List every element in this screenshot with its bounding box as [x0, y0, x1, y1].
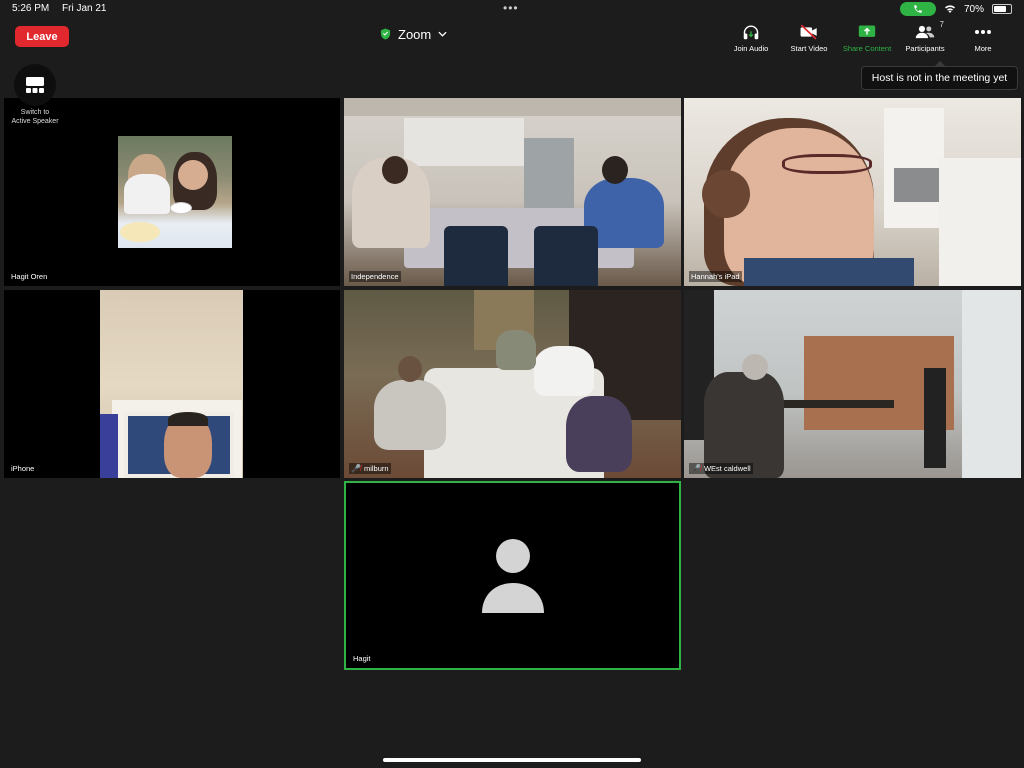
participants-label: Participants [905, 44, 945, 53]
status-left: 5:26 PM Fri Jan 21 [12, 3, 117, 14]
home-indicator[interactable] [383, 758, 641, 762]
participant-name: 🎤̸ milburn [349, 463, 391, 474]
share-content-label: Share Content [842, 44, 892, 53]
clock: 5:26 PM [12, 3, 50, 14]
multitasking-dots-icon[interactable]: ••• [503, 1, 519, 15]
video-tile-hannahs-ipad[interactable]: Hannah's iPad [684, 98, 1021, 286]
battery-icon [992, 4, 1012, 14]
shared-photo [118, 136, 232, 248]
chevron-down-icon [438, 31, 447, 37]
mic-muted-icon: 🎤̸ [691, 464, 701, 473]
share-content-button[interactable]: Share Content [838, 20, 896, 60]
participant-name: Hannah's iPad [689, 271, 742, 282]
video-tile-hagit[interactable]: Hagit [344, 481, 681, 670]
shield-check-icon [380, 28, 391, 40]
video-tile-independence[interactable]: Independence [344, 98, 681, 286]
switch-speaker-label: Switch to Active Speaker [11, 109, 59, 125]
status-bar: 5:26 PM Fri Jan 21 ••• 70% [0, 0, 1024, 18]
wifi-icon [944, 5, 955, 13]
speaker-view-icon [14, 64, 56, 106]
meeting-title: Zoom [398, 26, 432, 42]
join-audio-button[interactable]: Join Audio [722, 20, 780, 60]
start-video-label: Start Video [790, 44, 828, 53]
video-off-icon [798, 22, 820, 42]
video-tile-hagit-oren[interactable]: Hagit Oren [4, 98, 340, 286]
start-video-button[interactable]: Start Video [780, 20, 838, 60]
leave-button[interactable]: Leave [15, 26, 69, 47]
participants-icon [914, 22, 936, 42]
host-status-tooltip: Host is not in the meeting yet [861, 61, 1018, 90]
video-tile-iphone[interactable]: iPhone [4, 290, 340, 478]
participant-name: Hagit Oren [9, 271, 50, 282]
participants-button[interactable]: 7 Participants [896, 20, 954, 60]
meeting-title-dropdown[interactable]: Zoom [380, 24, 447, 44]
participant-name: 🎤̸ WEst caldwell [689, 463, 753, 474]
participants-count: 7 [939, 20, 944, 29]
battery-percent: 70% [963, 3, 984, 15]
avatar-placeholder-icon [482, 539, 544, 613]
video-tile-milburn[interactable]: 🎤̸ milburn [344, 290, 681, 478]
more-label: More [974, 44, 992, 53]
participant-name: iPhone [9, 463, 37, 474]
status-right: 70% [899, 2, 1012, 16]
join-audio-label: Join Audio [733, 44, 769, 53]
participant-name: Independence [349, 271, 401, 282]
more-dots-icon [972, 22, 994, 42]
more-button[interactable]: More [954, 20, 1012, 60]
video-tile-west-caldwell[interactable]: 🎤̸ WEst caldwell [684, 290, 1021, 478]
active-call-icon[interactable] [899, 2, 936, 16]
switch-active-speaker-button[interactable]: Switch to Active Speaker [6, 64, 64, 126]
toolbar-actions: Join Audio Start Video Share Content 7 P… [722, 20, 1012, 60]
date: Fri Jan 21 [62, 3, 107, 14]
meeting-toolbar: Leave Zoom Join Audio Start Video Share … [0, 18, 1024, 64]
headphones-icon [740, 22, 762, 42]
participant-name: Hagit [351, 653, 373, 664]
share-screen-icon [856, 22, 878, 42]
mic-muted-icon: 🎤̸ [351, 464, 361, 473]
